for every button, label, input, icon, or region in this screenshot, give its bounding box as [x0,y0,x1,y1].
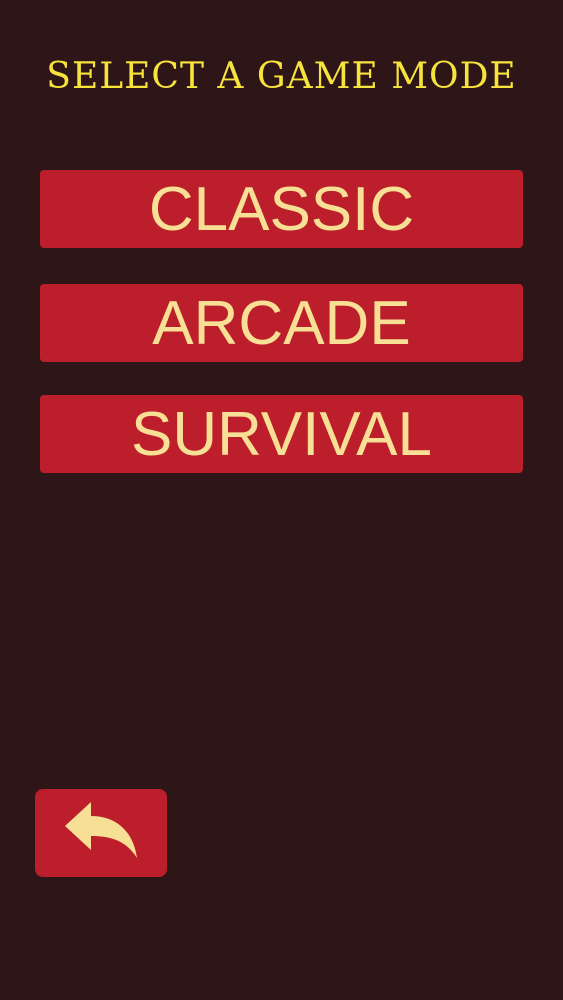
page-title: SELECT A GAME MODE [46,56,517,97]
arcade-mode-button[interactable]: ARCADE [40,284,523,362]
survival-mode-button[interactable]: SURVIVAL [40,395,523,473]
back-arrow-icon [61,800,141,867]
back-button[interactable] [35,789,167,877]
classic-mode-button[interactable]: CLASSIC [40,170,523,248]
